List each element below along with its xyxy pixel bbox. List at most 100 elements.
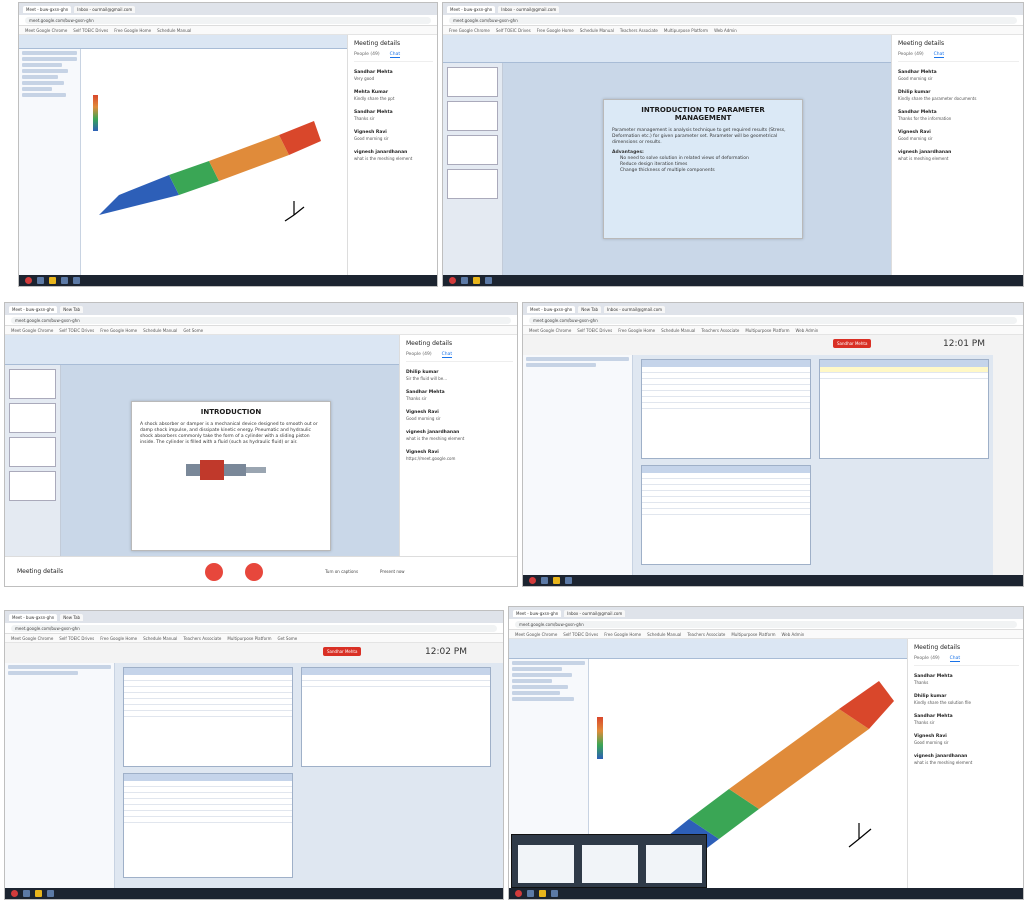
bookmark-item[interactable]: Free Google Chrome — [449, 28, 490, 33]
url-input[interactable]: meet.google.com/buw-gxsn-ghn — [449, 16, 1017, 24]
bookmark-item[interactable]: Self TOEIC Drives — [73, 28, 108, 33]
tree-item[interactable] — [22, 75, 58, 79]
app-icon[interactable] — [23, 890, 30, 897]
bookmark-item[interactable]: Web Admin — [714, 28, 737, 33]
bookmark-item[interactable]: Meet Google Chrome — [11, 328, 53, 333]
tree-item[interactable] — [512, 667, 562, 671]
browser-tab[interactable]: Meet - buw-gxsn-ghn — [447, 5, 496, 13]
browser-tab[interactable]: New Tab — [60, 305, 84, 313]
slide-thumbnail[interactable] — [447, 101, 498, 131]
bookmark-item[interactable]: Teachers Associate — [701, 328, 739, 333]
people-tab[interactable]: People (49) — [354, 52, 380, 58]
tree-item[interactable] — [526, 363, 596, 367]
url-input[interactable]: meet.google.com/buw-gxsn-ghn — [529, 316, 1017, 324]
app-icon[interactable] — [73, 277, 80, 284]
slide-thumbnail[interactable] — [9, 403, 56, 433]
bookmark-item[interactable]: Free Google Home — [618, 328, 655, 333]
tree-item[interactable] — [22, 87, 52, 91]
tree-item[interactable] — [8, 665, 111, 669]
mic-off-button[interactable] — [205, 562, 224, 581]
grid-row[interactable] — [124, 711, 292, 717]
tree-item[interactable] — [512, 685, 568, 689]
bookmark-item[interactable]: Schedule Manual — [143, 636, 177, 641]
grid-row[interactable] — [302, 681, 490, 687]
url-input[interactable]: meet.google.com/buw-gxsn-ghn — [515, 620, 1017, 628]
bookmark-item[interactable]: Meet Google Chrome — [529, 328, 571, 333]
window-preview[interactable] — [582, 845, 638, 883]
slide-thumbnail[interactable] — [447, 169, 498, 199]
app-icon[interactable] — [485, 277, 492, 284]
slide-thumbnail[interactable] — [9, 437, 56, 467]
app-icon[interactable] — [61, 277, 68, 284]
captions-button[interactable]: Turn on captions — [325, 569, 358, 574]
browser-tab[interactable]: Meet - buw-gxsn-ghn — [513, 609, 562, 617]
bookmark-item[interactable]: Self TOEIC Drives — [496, 28, 531, 33]
chat-tab[interactable]: Chat — [949, 656, 961, 662]
bookmark-item[interactable]: Multipurpose Platform — [227, 636, 271, 641]
bookmark-item[interactable]: Self TOEIC Drives — [577, 328, 612, 333]
tree-item[interactable] — [526, 357, 629, 361]
people-tab[interactable]: People (49) — [914, 656, 940, 662]
browser-tab[interactable]: Inbox - ourmail@gmail.com — [498, 5, 560, 13]
bookmark-item[interactable]: Get Some — [183, 328, 203, 333]
app-icon[interactable] — [553, 577, 560, 584]
grid-row[interactable] — [642, 403, 810, 409]
chat-tab[interactable]: Chat — [389, 52, 401, 58]
tree-item[interactable] — [512, 673, 572, 677]
record-icon[interactable] — [515, 890, 522, 897]
tree-item[interactable] — [22, 93, 66, 97]
bookmark-item[interactable]: Meet Google Chrome — [11, 636, 53, 641]
slide-thumbnail[interactable] — [447, 135, 498, 165]
grid-row[interactable] — [124, 817, 292, 823]
url-input[interactable]: meet.google.com/buw-gxsn-ghn — [25, 16, 431, 24]
bookmark-item[interactable]: Self TOEIC Drives — [59, 328, 94, 333]
bookmark-item[interactable]: Web Admin — [796, 328, 819, 333]
slide-thumbnail[interactable] — [9, 369, 56, 399]
bookmark-item[interactable]: Free Google Home — [100, 636, 137, 641]
people-tab[interactable]: People (49) — [406, 352, 432, 358]
bookmark-item[interactable]: Schedule Manual — [157, 28, 191, 33]
grid-row[interactable] — [642, 509, 810, 515]
bookmark-item[interactable]: Get Some — [278, 636, 298, 641]
app-icon[interactable] — [565, 577, 572, 584]
browser-tab[interactable]: Meet - buw-gxsn-ghn — [9, 613, 58, 621]
bookmark-item[interactable]: Schedule Manual — [661, 328, 695, 333]
tree-item[interactable] — [22, 69, 68, 73]
bookmark-item[interactable]: Teachers Associate — [687, 632, 725, 637]
bookmark-item[interactable]: Self TOEIC Drives — [563, 632, 598, 637]
tree-item[interactable] — [512, 697, 574, 701]
tree-item[interactable] — [512, 679, 552, 683]
camera-off-button[interactable] — [245, 562, 264, 581]
record-icon[interactable] — [25, 277, 32, 284]
bookmark-item[interactable]: Multipurpose Platform — [731, 632, 775, 637]
bookmark-item[interactable]: Multipurpose Platform — [745, 328, 789, 333]
app-icon[interactable] — [37, 277, 44, 284]
browser-tab[interactable]: New Tab — [578, 305, 602, 313]
bookmark-item[interactable]: Meet Google Chrome — [515, 632, 557, 637]
url-input[interactable]: meet.google.com/buw-gxsn-ghn — [11, 624, 497, 632]
tree-item[interactable] — [8, 671, 78, 675]
bookmark-item[interactable]: Free Google Home — [604, 632, 641, 637]
bookmark-item[interactable]: Free Google Home — [100, 328, 137, 333]
browser-tab[interactable]: Meet - buw-gxsn-ghn — [9, 305, 58, 313]
tree-item[interactable] — [22, 63, 62, 67]
browser-tab[interactable]: Meet - buw-gxsn-ghn — [527, 305, 576, 313]
bookmark-item[interactable]: Schedule Manual — [580, 28, 614, 33]
url-input[interactable]: meet.google.com/buw-gxsn-ghn — [11, 316, 511, 324]
bookmark-item[interactable]: Self TOEIC Drives — [59, 636, 94, 641]
app-icon[interactable] — [47, 890, 54, 897]
grid-row[interactable] — [820, 373, 988, 379]
bookmark-item[interactable]: Free Google Home — [537, 28, 574, 33]
tree-item[interactable] — [512, 661, 585, 665]
people-tab[interactable]: People (49) — [898, 52, 924, 58]
app-icon[interactable] — [461, 277, 468, 284]
browser-tab[interactable]: Inbox - ourmail@gmail.com — [564, 609, 626, 617]
bookmark-item[interactable]: Schedule Manual — [647, 632, 681, 637]
bookmark-item[interactable]: Schedule Manual — [143, 328, 177, 333]
record-icon[interactable] — [449, 277, 456, 284]
app-icon[interactable] — [473, 277, 480, 284]
bookmark-item[interactable]: Meet Google Chrome — [25, 28, 67, 33]
bookmark-item[interactable]: Web Admin — [782, 632, 805, 637]
browser-tab[interactable]: Inbox - ourmail@gmail.com — [604, 305, 666, 313]
chat-tab[interactable]: Chat — [441, 352, 453, 358]
